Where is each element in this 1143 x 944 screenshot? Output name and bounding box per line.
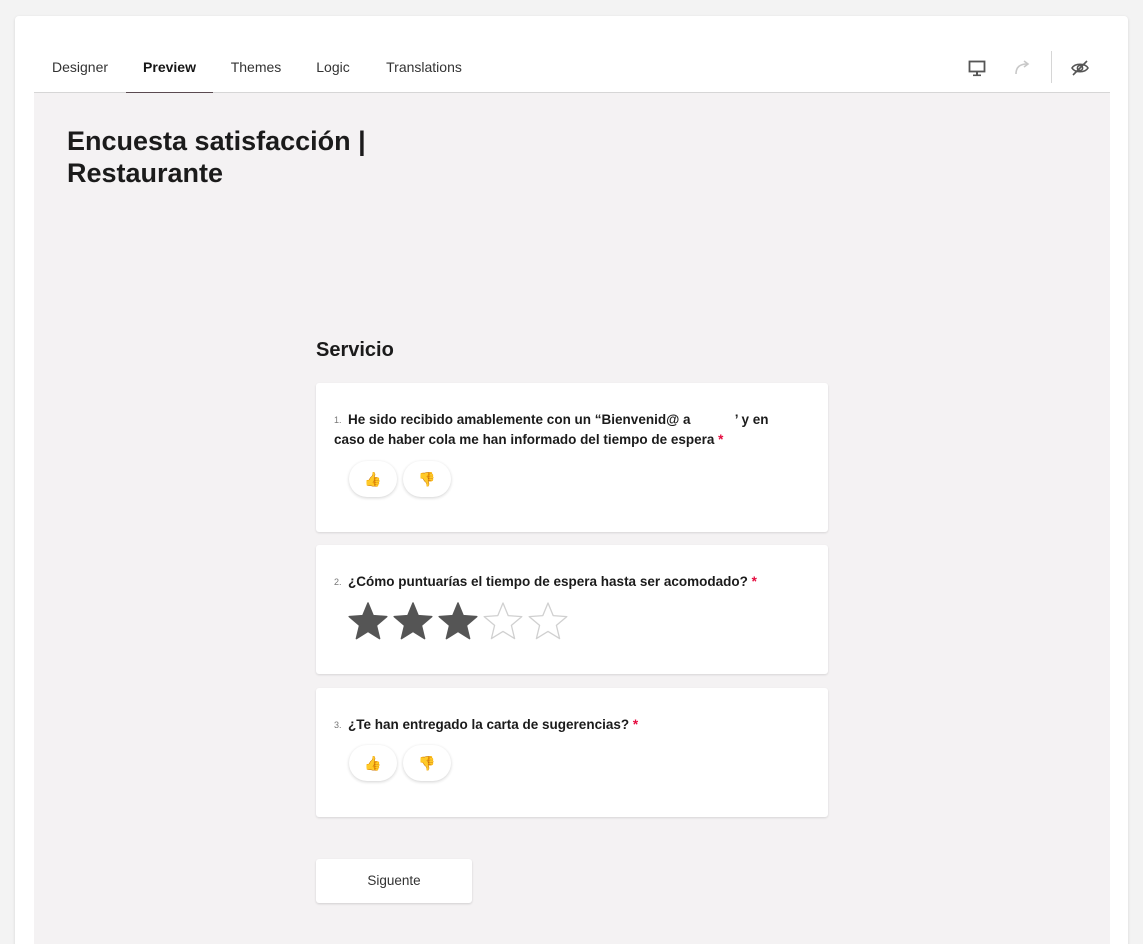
section-title: Servicio <box>316 339 394 361</box>
thumbs-down-icon: 👎 <box>418 754 436 771</box>
question-1-panel: 1. He sido recibido amablemente con un “B… <box>316 383 828 532</box>
required-marker: * <box>632 717 639 732</box>
question-number: 1. <box>334 415 342 425</box>
question-text: ¿Te han entregado la carta de sugerencia… <box>348 717 630 732</box>
thumbs-down-icon: 👎 <box>418 470 436 487</box>
survey-title: Encuesta satisfacción | Restaurante <box>67 126 366 188</box>
question-3-title: 3. ¿Te han entregado la carta de sugerenc… <box>334 715 794 735</box>
star-rating <box>347 601 569 643</box>
thumbs-group: 👍 👎 <box>349 745 451 781</box>
star-filled-icon[interactable] <box>437 601 479 643</box>
tab-bar: Designer Preview Themes Logic Translatio… <box>34 50 1110 94</box>
preview-canvas: Encuesta satisfacción | Restaurante Serv… <box>34 93 1110 944</box>
question-text: ¿Cómo puntuarías el tiempo de espera has… <box>348 574 748 589</box>
question-text: He sido recibido amablemente con un “Bie… <box>334 412 769 447</box>
question-2-panel: 2. ¿Cómo puntuarías el tiempo de espera h… <box>316 545 828 674</box>
question-number: 2. <box>334 577 342 587</box>
thumbs-up-icon: 👍 <box>364 754 382 771</box>
star-filled-icon[interactable] <box>392 601 434 643</box>
star-filled-icon[interactable] <box>347 601 389 643</box>
tab-designer[interactable]: Designer <box>34 50 126 93</box>
question-2-title: 2. ¿Cómo puntuarías el tiempo de espera h… <box>334 572 794 592</box>
next-button[interactable]: Siguente <box>316 859 472 903</box>
question-3-panel: 3. ¿Te han entregado la carta de sugerenc… <box>316 688 828 817</box>
tab-logic[interactable]: Logic <box>309 50 357 93</box>
thumbs-group: 👍 👎 <box>349 461 451 497</box>
tab-themes[interactable]: Themes <box>222 50 290 93</box>
thumbs-up-icon: 👍 <box>364 470 382 487</box>
redo-icon[interactable] <box>1010 56 1036 80</box>
tab-preview[interactable]: Preview <box>126 50 213 94</box>
star-empty-icon[interactable] <box>482 601 524 643</box>
thumbs-down-button[interactable]: 👎 <box>403 461 451 497</box>
question-number: 3. <box>334 720 342 730</box>
star-empty-icon[interactable] <box>527 601 569 643</box>
thumbs-up-button[interactable]: 👍 <box>349 461 397 497</box>
desktop-icon[interactable] <box>964 56 990 80</box>
eye-off-icon[interactable] <box>1067 56 1093 80</box>
thumbs-up-button[interactable]: 👍 <box>349 745 397 781</box>
required-marker: * <box>751 574 757 589</box>
required-marker: * <box>718 432 724 447</box>
thumbs-down-button[interactable]: 👎 <box>403 745 451 781</box>
editor-card: Designer Preview Themes Logic Translatio… <box>15 16 1128 944</box>
tab-translations[interactable]: Translations <box>378 50 470 93</box>
toolbar-divider <box>1051 51 1052 83</box>
question-1-title: 1. He sido recibido amablemente con un “B… <box>334 410 794 449</box>
